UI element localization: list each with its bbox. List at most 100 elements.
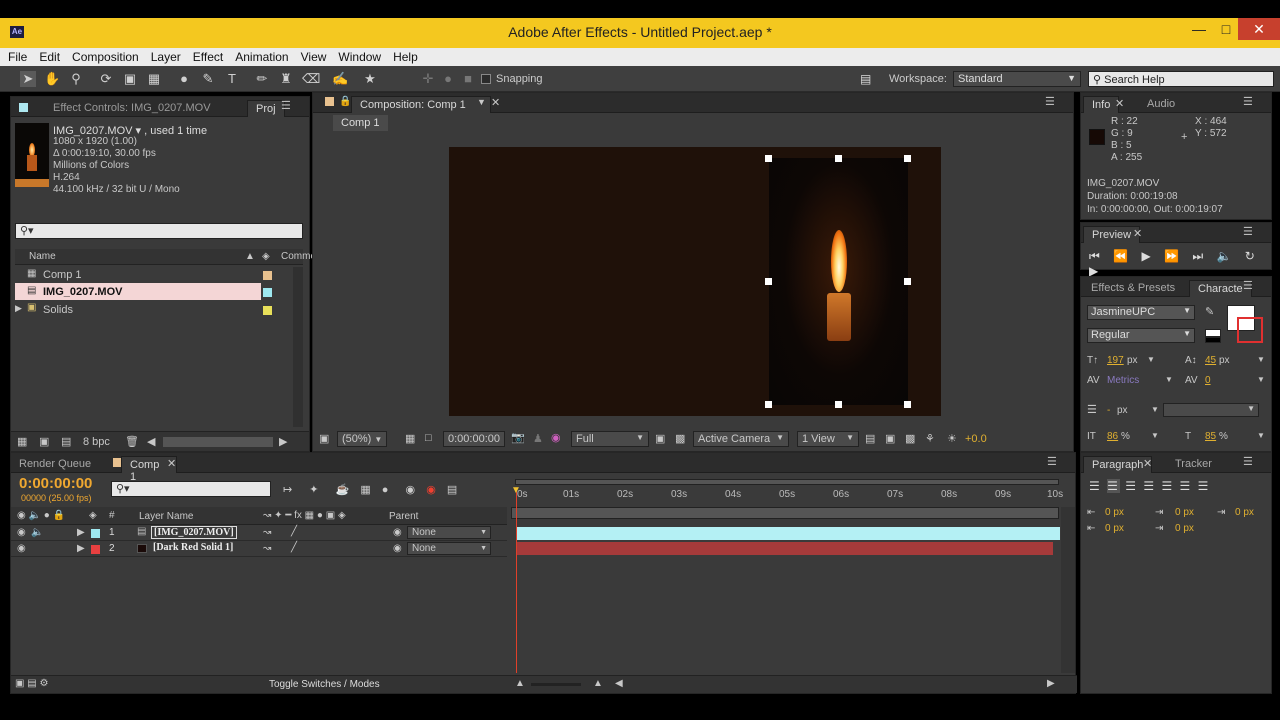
puppet-tool-icon[interactable]: ★ (362, 71, 378, 87)
resolution-select[interactable]: Full ▼ (571, 431, 649, 447)
timeline-icon[interactable]: ▩ (905, 432, 915, 445)
always-preview-icon[interactable]: ▣ (319, 432, 329, 445)
close-tab-icon[interactable]: ✕ (1143, 457, 1152, 470)
panel-menu-icon[interactable]: ☰ (1243, 225, 1253, 238)
font-size-value[interactable]: 197 (1107, 355, 1124, 366)
next-frame-icon[interactable]: ⏩ (1164, 249, 1179, 263)
font-family-select[interactable]: JasmineUPC ▼ (1087, 305, 1195, 320)
panel-menu-icon[interactable]: ☰ (281, 99, 291, 112)
workspace-select[interactable]: Standard ▼ (953, 71, 1081, 87)
grid-icon[interactable]: ▦ (405, 432, 415, 445)
previous-frame-icon[interactable]: ⏪ (1113, 249, 1128, 263)
transform-handle[interactable] (835, 155, 842, 162)
set-fill-white-icon[interactable] (1205, 329, 1221, 337)
channel-icon[interactable]: ◉ (551, 431, 561, 444)
panel-menu-icon[interactable]: ☰ (1045, 95, 1055, 108)
camera-select[interactable]: Active Camera ▼ (693, 431, 789, 447)
transform-handle[interactable] (904, 155, 911, 162)
pan-behind-tool-icon[interactable]: ▦ (146, 71, 162, 87)
align-center-icon[interactable]: ☰ (1107, 479, 1120, 493)
frame-blending-icon[interactable]: ▦ (360, 484, 370, 496)
project-scrollbar[interactable] (293, 267, 303, 427)
column-header-comment[interactable]: Comme (281, 251, 316, 262)
zoom-out-icon[interactable]: ▲ (515, 678, 525, 689)
shy-layers-icon[interactable]: ☕ (336, 484, 350, 496)
hand-tool-icon[interactable]: ✋ (44, 71, 60, 87)
timeline-search-input[interactable]: ⚲▾ (111, 481, 271, 497)
quality-switch-icon[interactable]: ╱ (291, 542, 297, 553)
bpc-label[interactable]: 8 bpc (83, 436, 110, 448)
justify-right-icon[interactable]: ☰ (1180, 479, 1193, 493)
chevron-down-icon[interactable]: ▼ (1151, 431, 1159, 440)
menu-layer[interactable]: Layer (145, 48, 187, 66)
views-select[interactable]: 1 View ▼ (797, 431, 859, 447)
parent-select[interactable]: None ▼ (407, 526, 491, 539)
chevron-down-icon[interactable]: ▼ (1257, 431, 1265, 440)
font-style-select[interactable]: Regular ▼ (1087, 328, 1195, 343)
stroke-color-swatch[interactable] (1237, 317, 1263, 343)
menu-window[interactable]: Window (332, 48, 387, 66)
justify-all-icon[interactable]: ☰ (1198, 479, 1211, 493)
chevron-down-icon[interactable]: ▼ (1257, 355, 1265, 364)
parent-select[interactable]: None ▼ (407, 542, 491, 555)
loop-icon[interactable]: ↻ (1245, 249, 1255, 263)
stroke-style-select[interactable]: ▼ (1163, 403, 1259, 417)
leading-value[interactable]: 45 (1205, 355, 1216, 366)
show-snapshot-icon[interactable]: ♟ (533, 432, 543, 445)
transform-handle[interactable] (904, 401, 911, 408)
space-after-value[interactable]: 0 px (1175, 523, 1194, 534)
tab-composition[interactable]: Composition: Comp 1 (351, 96, 491, 113)
exposure-value[interactable]: +0.0 (965, 433, 987, 445)
close-tab-icon[interactable]: ✕ (167, 457, 176, 470)
scroll-left-icon[interactable]: ◀ (615, 678, 623, 689)
indent-right-value[interactable]: 0 px (1175, 507, 1194, 518)
panel-menu-icon[interactable]: ☰ (1243, 95, 1253, 108)
menu-edit[interactable]: Edit (33, 48, 66, 66)
chevron-down-icon[interactable]: ▼ (1165, 375, 1173, 384)
layer-name[interactable]: [IMG_0207.MOV] (151, 526, 237, 539)
zoom-slider[interactable] (531, 683, 581, 686)
draft-3d-icon[interactable]: ✦ (309, 484, 318, 496)
interpret-footage-icon[interactable]: ▦ (17, 435, 27, 448)
layer-bar-1[interactable] (516, 527, 1060, 540)
layer-bar-2[interactable] (516, 542, 1053, 555)
menu-effect[interactable]: Effect (187, 48, 229, 66)
scroll-right-icon[interactable]: ▶ (279, 435, 287, 448)
time-ruler[interactable]: 0s 01s 02s 03s 04s 05s 06s 07s 08s 09s 1… (511, 475, 1067, 527)
new-comp-icon[interactable]: ▤ (61, 435, 71, 448)
eyedropper-icon[interactable]: ✎ (1205, 305, 1214, 318)
project-item-comp[interactable]: ▦ Comp 1 ⚘ (15, 266, 304, 283)
menu-file[interactable]: File (0, 48, 33, 66)
chevron-down-icon[interactable]: ▼ (1151, 405, 1159, 414)
ellipse-tool-icon[interactable]: ● (176, 71, 192, 87)
align-right-icon[interactable]: ☰ (1125, 479, 1138, 493)
space-before-value[interactable]: 0 px (1105, 523, 1124, 534)
close-window-button[interactable]: ✕ (1238, 18, 1280, 40)
region-of-interest-icon[interactable]: □ (425, 432, 432, 444)
horizontal-scale-value[interactable]: 85 (1205, 431, 1216, 442)
zoom-in-icon[interactable]: ▲ (593, 678, 603, 689)
close-tab-icon[interactable]: ✕ (1133, 227, 1142, 240)
transform-handle[interactable] (904, 278, 911, 285)
eraser-tool-icon[interactable]: ⌫ (302, 71, 320, 87)
tab-tracker[interactable]: Tracker (1167, 456, 1220, 473)
fast-previews-icon[interactable]: ▣ (655, 432, 665, 445)
transform-handle[interactable] (765, 155, 772, 162)
indent-left-value[interactable]: 0 px (1105, 507, 1124, 518)
view-axis-icon[interactable]: ■ (460, 71, 476, 87)
kerning-value[interactable]: Metrics (1107, 375, 1139, 386)
tab-paragraph[interactable]: Paragraph (1083, 456, 1153, 473)
label-color-swatch[interactable] (91, 545, 100, 554)
scroll-right-icon[interactable]: ▶ (1047, 678, 1055, 689)
tab-preview[interactable]: Preview (1083, 226, 1141, 243)
transform-handle[interactable] (835, 401, 842, 408)
transparency-grid-icon[interactable]: ▩ (675, 432, 685, 445)
rotate-tool-icon[interactable]: ⟳ (98, 71, 114, 87)
pick-whip-icon[interactable]: ◉ (393, 543, 402, 554)
project-item-folder[interactable]: ▶ ▣ Solids (15, 301, 295, 318)
label-color-swatch[interactable] (91, 529, 100, 538)
scroll-left-icon[interactable]: ◀ (147, 435, 155, 448)
maximize-button[interactable]: □ (1213, 18, 1239, 40)
minimize-button[interactable]: — (1186, 18, 1212, 40)
indent-first-value[interactable]: 0 px (1235, 507, 1254, 518)
